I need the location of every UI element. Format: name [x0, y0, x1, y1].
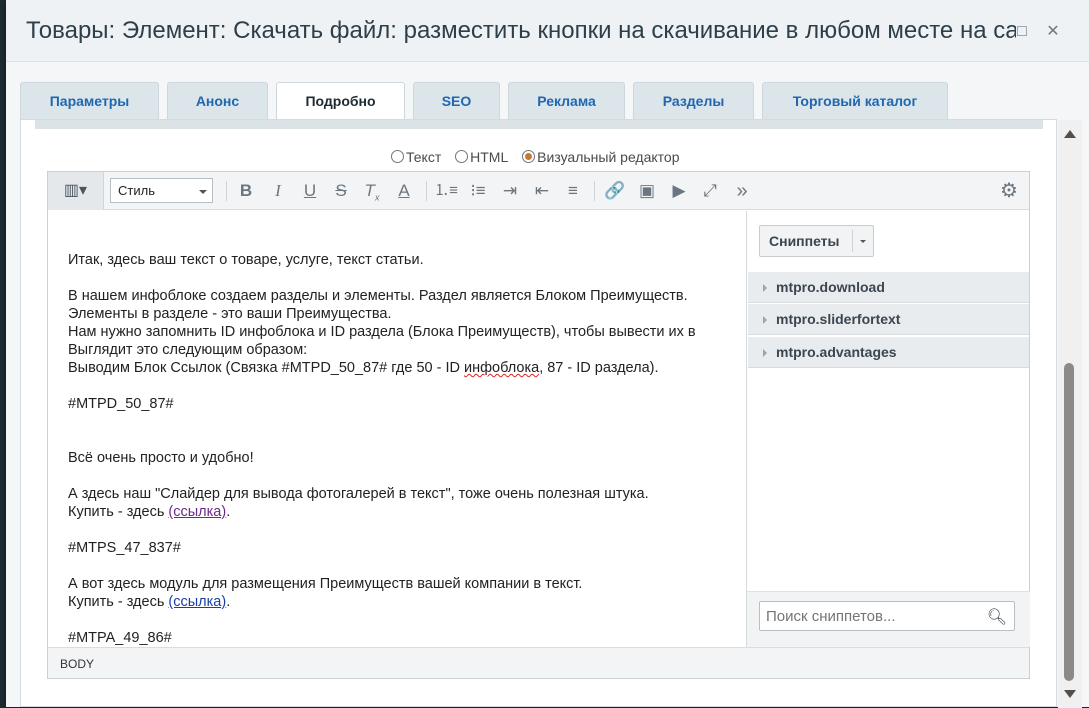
editor-content[interactable]: Итак, здесь ваш текст о товаре, услуге, …	[48, 211, 748, 647]
mode-text-option[interactable]: Текст	[391, 149, 441, 165]
chevron-right-icon	[763, 284, 767, 292]
mode-visual-option[interactable]: Визуальный редактор	[522, 149, 680, 165]
strikethrough-icon[interactable]: S	[329, 179, 353, 203]
radio-selected-icon[interactable]	[522, 150, 536, 164]
editor-statusbar: BODY	[48, 647, 1029, 678]
buy-link[interactable]: (ссылка)	[168, 594, 226, 610]
dialog-titlebar: Товары: Элемент: Скачать файл: разместит…	[6, 0, 1089, 62]
snippet-item-advantages[interactable]: mtpro.advantages	[748, 337, 1029, 368]
bold-icon[interactable]: B	[234, 179, 258, 203]
close-icon[interactable]: ✕	[1043, 22, 1063, 42]
snippet-code: #MTPA_49_86#	[68, 630, 172, 646]
panel-divider	[35, 120, 1043, 129]
dialog-window: Товары: Элемент: Скачать файл: разместит…	[6, 0, 1089, 708]
element-path[interactable]: BODY	[60, 657, 94, 671]
text-color-icon[interactable]: A	[392, 179, 416, 203]
bullet-list-icon[interactable]: ⁝≡	[466, 179, 490, 203]
spellcheck-word: инфоблока	[464, 360, 540, 376]
chevron-down-icon[interactable]	[860, 240, 866, 243]
clear-format-icon[interactable]: Tx	[360, 179, 384, 203]
visual-editor: ▥▾ Стиль B I U S Tx A ⒈≡ ⁝≡ ⇥ ⇤ ≡ 🔗 ▣ ▶ …	[47, 171, 1030, 679]
chevron-down-icon	[199, 190, 207, 194]
scroll-thumb[interactable]	[1064, 363, 1074, 681]
snippet-item-sliderfortext[interactable]: mtpro.sliderfortext	[748, 304, 1029, 335]
ordered-list-icon[interactable]: ⒈≡	[434, 179, 458, 203]
tab-seo[interactable]: SEO	[413, 82, 500, 120]
radio-icon[interactable]	[391, 150, 404, 164]
video-icon[interactable]: ▶	[667, 179, 691, 203]
link-icon[interactable]: 🔗	[603, 179, 627, 203]
view-mode-icon[interactable]: ▥▾	[48, 172, 104, 210]
panel-scrollbar[interactable]	[1058, 120, 1082, 708]
tab-parameters[interactable]: Параметры	[20, 82, 159, 120]
more-icon[interactable]: »	[730, 179, 754, 203]
snippets-search-bar: 🔍︎	[747, 591, 1030, 647]
align-left-icon[interactable]: ≡	[561, 179, 585, 203]
tab-details[interactable]: Подробно	[276, 82, 405, 121]
chevron-right-icon	[763, 349, 767, 357]
fullscreen-icon[interactable]: ⤢	[698, 179, 722, 203]
tab-announce[interactable]: Анонс	[167, 82, 268, 120]
snippet-code: #MTPS_47_837#	[68, 540, 181, 556]
tab-advertising[interactable]: Реклама	[508, 82, 625, 120]
image-icon[interactable]: ▣	[635, 179, 659, 203]
snippets-search: 🔍︎	[759, 601, 1015, 631]
gear-icon[interactable]: ⚙	[997, 179, 1021, 203]
outdent-icon[interactable]: ⇤	[530, 179, 554, 203]
style-select[interactable]: Стиль	[110, 178, 213, 203]
toolbar-separator	[594, 181, 595, 201]
tab-panel-details: Текст HTML Визуальный редактор ▥▾ Стиль …	[20, 119, 1082, 708]
toolbar-separator	[426, 181, 427, 201]
tab-trade-catalog[interactable]: Торговый каталог	[762, 82, 948, 120]
italic-icon[interactable]: I	[266, 179, 290, 203]
snippet-code: #MTPD_50_87#	[68, 396, 174, 412]
dialog-title: Товары: Элемент: Скачать файл: разместит…	[26, 17, 1016, 44]
search-icon[interactable]: 🔍︎	[987, 607, 1007, 627]
maximize-icon[interactable]: □	[1012, 22, 1032, 42]
snippet-item-download[interactable]: mtpro.download	[748, 272, 1029, 303]
mode-html-option[interactable]: HTML	[455, 149, 508, 165]
snippets-panel: Сниппеты mtpro.download mtpro.sliderfort…	[746, 211, 1030, 647]
editor-toolbar: ▥▾ Стиль B I U S Tx A ⒈≡ ⁝≡ ⇥ ⇤ ≡ 🔗 ▣ ▶ …	[48, 172, 1029, 210]
scroll-down-icon[interactable]	[1064, 690, 1076, 698]
snippets-search-input[interactable]	[760, 602, 970, 630]
scroll-up-icon[interactable]	[1064, 130, 1076, 138]
tab-sections[interactable]: Разделы	[633, 82, 754, 120]
snippets-button[interactable]: Сниппеты	[759, 225, 874, 257]
toolbar-separator	[226, 181, 227, 201]
buy-link[interactable]: (ссылка)	[168, 504, 226, 520]
chevron-right-icon	[763, 316, 767, 324]
editor-mode-switch: Текст HTML Визуальный редактор	[391, 148, 690, 165]
indent-icon[interactable]: ⇥	[498, 179, 522, 203]
radio-icon[interactable]	[455, 150, 469, 164]
underline-icon[interactable]: U	[298, 179, 322, 203]
